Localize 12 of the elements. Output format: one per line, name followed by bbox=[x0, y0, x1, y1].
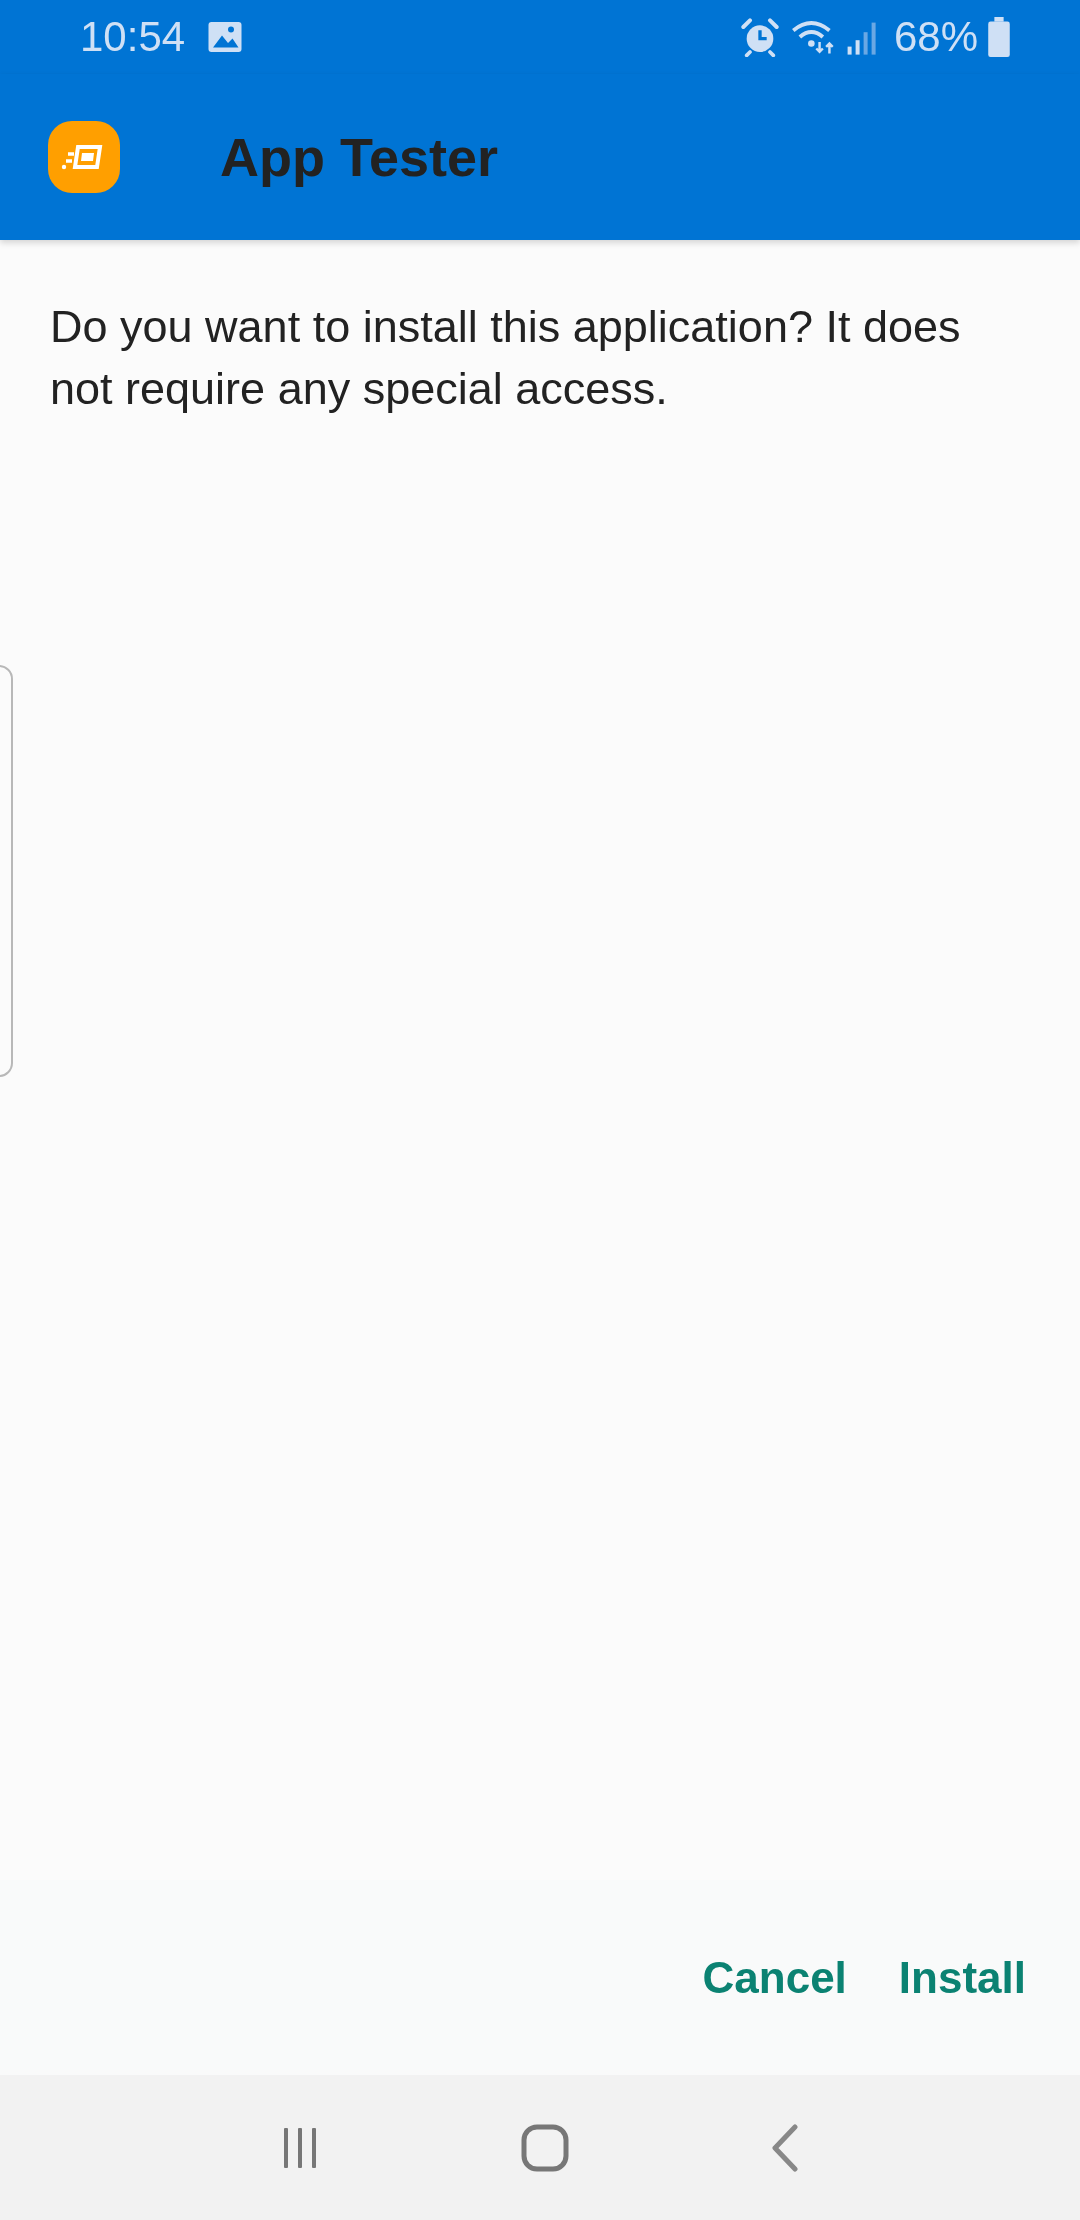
status-time: 10:54 bbox=[80, 13, 186, 61]
image-icon bbox=[207, 19, 244, 55]
battery-icon bbox=[988, 17, 1010, 57]
install-button[interactable]: Install bbox=[884, 1932, 1040, 2023]
app-title: App Tester bbox=[220, 126, 499, 188]
battery-percent: 68% bbox=[893, 13, 978, 61]
install-prompt: Do you want to install this application? It does not require any special access. bbox=[50, 300, 962, 416]
cancel-button[interactable]: Cancel bbox=[688, 1932, 861, 2023]
app-logo-icon bbox=[48, 121, 120, 193]
home-icon[interactable] bbox=[521, 2123, 569, 2172]
alarm-icon bbox=[739, 17, 780, 57]
back-icon[interactable] bbox=[769, 2123, 800, 2172]
